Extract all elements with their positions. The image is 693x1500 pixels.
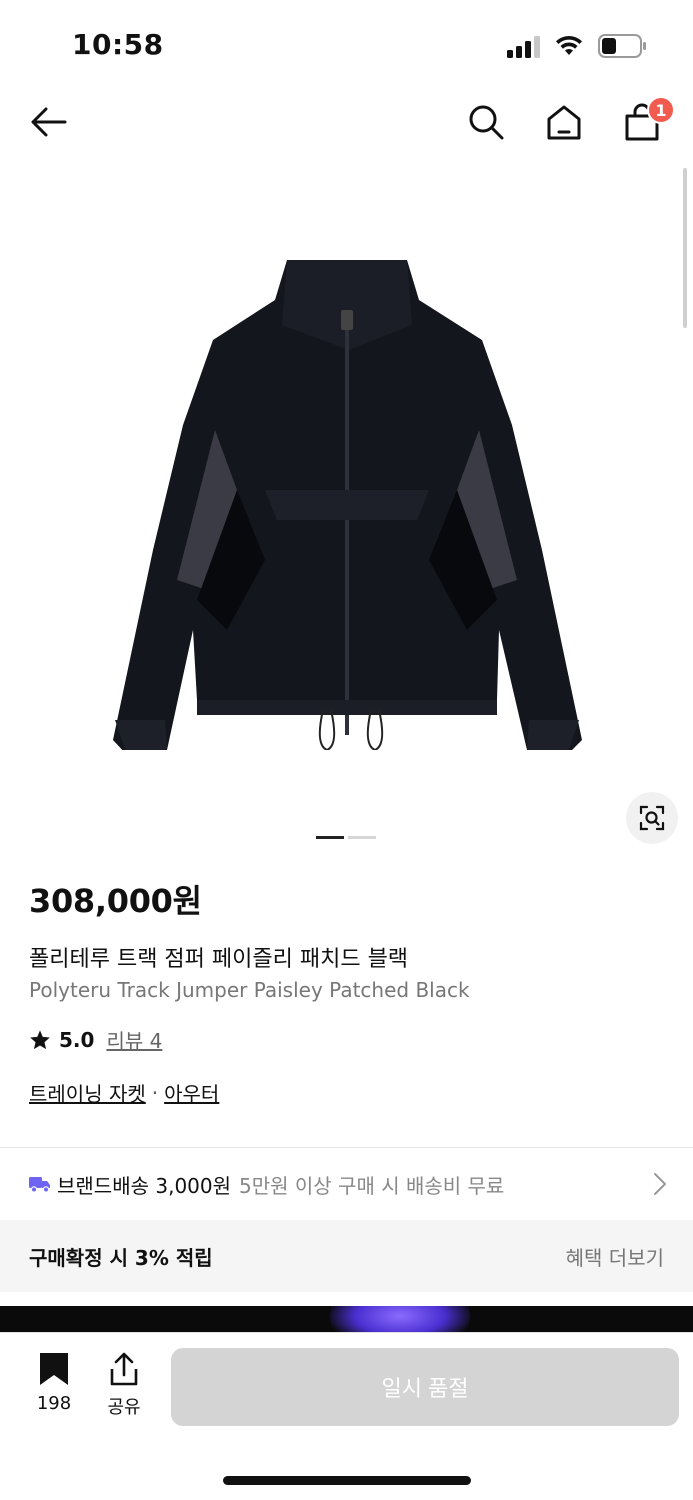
product-name-english: Polyteru Track Jumper Paisley Patched Bl… [29, 978, 470, 1002]
share-button[interactable]: 공유 [100, 1351, 148, 1419]
back-arrow-icon[interactable] [26, 100, 70, 144]
jacket-illustration [112, 260, 582, 750]
chevron-right-icon [654, 1173, 666, 1195]
share-icon [110, 1352, 138, 1386]
wifi-icon [556, 35, 582, 55]
pager-dot-active[interactable] [316, 836, 344, 839]
product-name-korean: 폴리테루 트랙 점퍼 페이즐리 패치드 블랙 [29, 947, 409, 972]
battery-icon [598, 34, 646, 58]
product-image[interactable] [0, 165, 693, 815]
status-time: 10:58 [72, 28, 164, 61]
cart-count-badge: 1 [647, 96, 675, 124]
share-label: 공유 [107, 1397, 141, 1418]
category-link-training-jacket[interactable]: 트레이닝 자켓 [29, 1078, 146, 1107]
category-breadcrumb: 트레이닝 자켓 · 아우터 [29, 1078, 219, 1107]
lens-scan-icon [639, 805, 665, 831]
image-search-button[interactable] [626, 792, 678, 844]
product-price: 308,000원 [29, 882, 202, 920]
home-indicator [223, 1476, 471, 1485]
category-link-outer[interactable]: 아우터 [164, 1078, 219, 1107]
sold-out-button[interactable]: 일시 품절 [171, 1348, 679, 1426]
shipping-fee-label: 브랜드배송 3,000원 [57, 1173, 232, 1198]
more-benefits-link[interactable]: 혜택 더보기 [566, 1242, 664, 1271]
pager-dot[interactable] [348, 836, 376, 839]
rating-row: 5.0 리뷰 4 [29, 1025, 162, 1054]
star-icon [30, 1029, 50, 1049]
search-icon[interactable] [464, 100, 508, 144]
truck-icon [29, 1177, 50, 1193]
bookmark-count: 198 [36, 1393, 72, 1414]
free-shipping-note: 5만원 이상 구매 시 배송비 무료 [239, 1173, 505, 1198]
status-bar: 10:58 [0, 0, 693, 90]
shipping-info-row[interactable]: 브랜드배송 3,000원 5만원 이상 구매 시 배송비 무료 [0, 1148, 693, 1220]
signal-icon [507, 36, 540, 58]
bookmark-icon [40, 1353, 68, 1385]
points-reward-row: 구매확정 시 3% 적립 혜택 더보기 [0, 1220, 693, 1292]
image-pager [316, 836, 376, 839]
category-separator: · [151, 1080, 159, 1105]
bookmark-button[interactable]: 198 [30, 1351, 78, 1414]
rating-value: 5.0 [59, 1027, 95, 1052]
bottom-action-bar: 198 공유 일시 품절 [0, 1332, 693, 1500]
home-icon[interactable] [542, 100, 586, 144]
review-link[interactable]: 리뷰 4 [106, 1025, 162, 1054]
top-nav-bar [0, 90, 693, 160]
points-label: 구매확정 시 3% 적립 [29, 1245, 213, 1270]
